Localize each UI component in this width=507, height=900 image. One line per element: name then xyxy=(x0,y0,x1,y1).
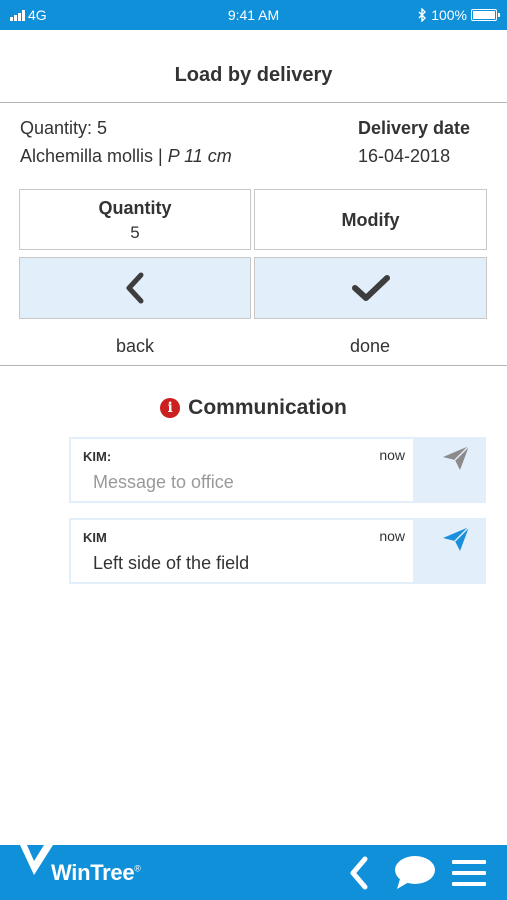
divider xyxy=(0,365,507,366)
status-right: 100% xyxy=(418,7,500,23)
battery-percent: 100% xyxy=(431,7,467,23)
battery-icon xyxy=(471,9,500,21)
logo-mark-icon xyxy=(20,845,53,875)
product-line: Alchemilla mollis | P 11 cm xyxy=(20,142,232,170)
quantity-button[interactable]: Quantity 5 xyxy=(19,189,251,250)
product-name: Alchemilla mollis | xyxy=(20,146,163,166)
message-compose: KIM: now Message to office xyxy=(69,437,486,503)
message-sender: KIM xyxy=(83,530,107,545)
done-button[interactable] xyxy=(254,257,487,319)
delivery-date-block: Delivery date 16-04-2018 xyxy=(358,114,470,170)
message-text: Left side of the field xyxy=(93,553,250,573)
message-time: now xyxy=(379,447,405,463)
footer-menu-button[interactable] xyxy=(452,845,486,900)
send-icon xyxy=(443,526,470,551)
bluetooth-icon xyxy=(418,8,427,22)
communication-title: Communication xyxy=(188,396,347,419)
delivery-info: Quantity: 5 Alchemilla mollis | P 11 cm xyxy=(20,114,232,170)
delivery-date-label: Delivery date xyxy=(358,118,471,138)
footer-back-button[interactable] xyxy=(348,845,370,900)
footer-chat-button[interactable] xyxy=(394,845,436,900)
send-icon xyxy=(443,445,470,470)
product-size: P 11 cm xyxy=(167,146,232,166)
modify-button[interactable]: Modify xyxy=(254,189,487,250)
divider xyxy=(0,102,507,103)
back-caption: back xyxy=(115,336,155,356)
menu-icon xyxy=(452,859,486,886)
modify-label: Modify xyxy=(341,210,400,230)
send-button[interactable] xyxy=(415,518,486,584)
info-icon: i xyxy=(160,398,181,418)
message-bubble: KIM now Left side of the field xyxy=(71,520,413,582)
done-caption: done xyxy=(349,336,391,356)
message-sender: KIM: xyxy=(83,449,112,464)
chevron-left-icon xyxy=(126,272,144,304)
page-title: Load by delivery xyxy=(174,64,333,86)
message-input[interactable]: KIM: now Message to office xyxy=(71,439,413,501)
communication-heading: i Communication xyxy=(0,396,507,420)
footer-bar: WinTree® xyxy=(0,845,507,900)
brand-logo: WinTree® xyxy=(20,845,141,900)
quantity-text: Quantity: 5 xyxy=(20,118,108,138)
chat-icon xyxy=(395,855,435,889)
message-time: now xyxy=(379,528,405,544)
quantity-value: 5 xyxy=(130,223,140,242)
checkmark-icon xyxy=(351,275,390,301)
back-button[interactable] xyxy=(19,257,251,319)
message-item: KIM now Left side of the field xyxy=(69,518,486,584)
message-placeholder: Message to office xyxy=(93,472,234,492)
brand-name: WinTree® xyxy=(51,859,141,885)
status-bar: 4G 9:41 AM 100% xyxy=(0,0,507,30)
chevron-left-icon xyxy=(350,856,368,889)
quantity-label: Quantity xyxy=(98,198,172,218)
delivery-date-value: 16-04-2018 xyxy=(358,146,451,166)
send-button[interactable] xyxy=(415,437,486,503)
